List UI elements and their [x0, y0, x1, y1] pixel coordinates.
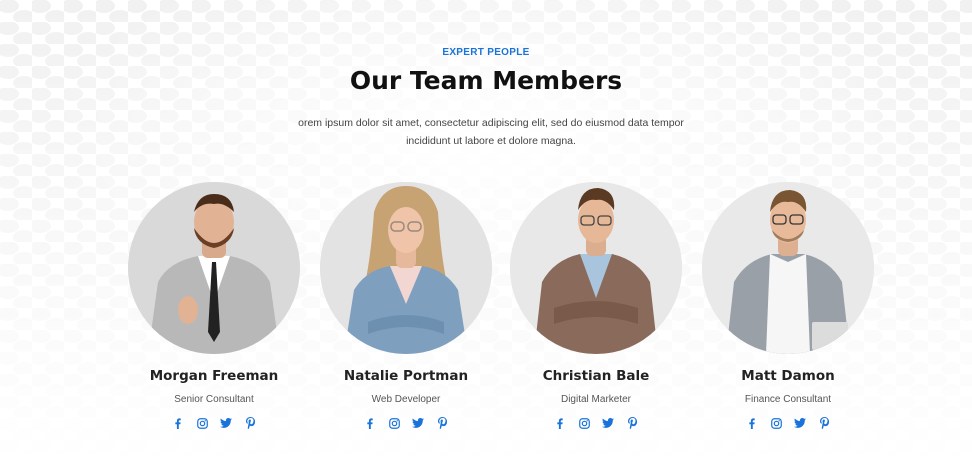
twitter-icon[interactable] [794, 417, 806, 429]
section-description: orem ipsum dolor sit amet, consectetur a… [298, 117, 684, 147]
facebook-icon[interactable] [554, 417, 566, 429]
team-member-card: Morgan Freeman Senior Consultant [128, 182, 300, 429]
social-links [510, 417, 682, 429]
twitter-icon[interactable] [412, 417, 424, 429]
instagram-icon[interactable] [578, 417, 590, 429]
instagram-icon[interactable] [196, 417, 208, 429]
member-name: Christian Bale [542, 368, 650, 384]
member-photo [128, 182, 300, 354]
team-member-card: Christian Bale Digital Marketer [510, 182, 682, 429]
facebook-icon[interactable] [364, 417, 376, 429]
twitter-icon[interactable] [220, 417, 232, 429]
pinterest-icon[interactable] [436, 417, 448, 429]
member-name: Morgan Freeman [149, 368, 279, 384]
social-links [128, 417, 300, 429]
instagram-icon[interactable] [770, 417, 782, 429]
member-photo [320, 182, 492, 354]
team-member-card: Natalie Portman Web Developer [320, 182, 492, 429]
twitter-icon[interactable] [602, 417, 614, 429]
pinterest-icon[interactable] [818, 417, 830, 429]
team-section: EXPERT PEOPLE Our Team Members orem ipsu… [0, 0, 972, 467]
member-role: Web Developer [371, 394, 441, 405]
instagram-icon[interactable] [388, 417, 400, 429]
section-eyebrow: EXPERT PEOPLE [442, 47, 530, 58]
section-title: Our Team Members [349, 66, 623, 95]
member-name: Natalie Portman [343, 368, 469, 384]
pinterest-icon[interactable] [244, 417, 256, 429]
team-member-card: Matt Damon Finance Consultant [702, 182, 874, 429]
member-role: Finance Consultant [744, 394, 832, 405]
pinterest-icon[interactable] [626, 417, 638, 429]
facebook-icon[interactable] [172, 417, 184, 429]
facebook-icon[interactable] [746, 417, 758, 429]
social-links [320, 417, 492, 429]
member-role: Digital Marketer [560, 394, 632, 405]
social-links [702, 417, 874, 429]
member-name: Matt Damon [741, 368, 835, 384]
member-role: Senior Consultant [174, 394, 254, 405]
member-photo [510, 182, 682, 354]
member-photo [702, 182, 874, 354]
